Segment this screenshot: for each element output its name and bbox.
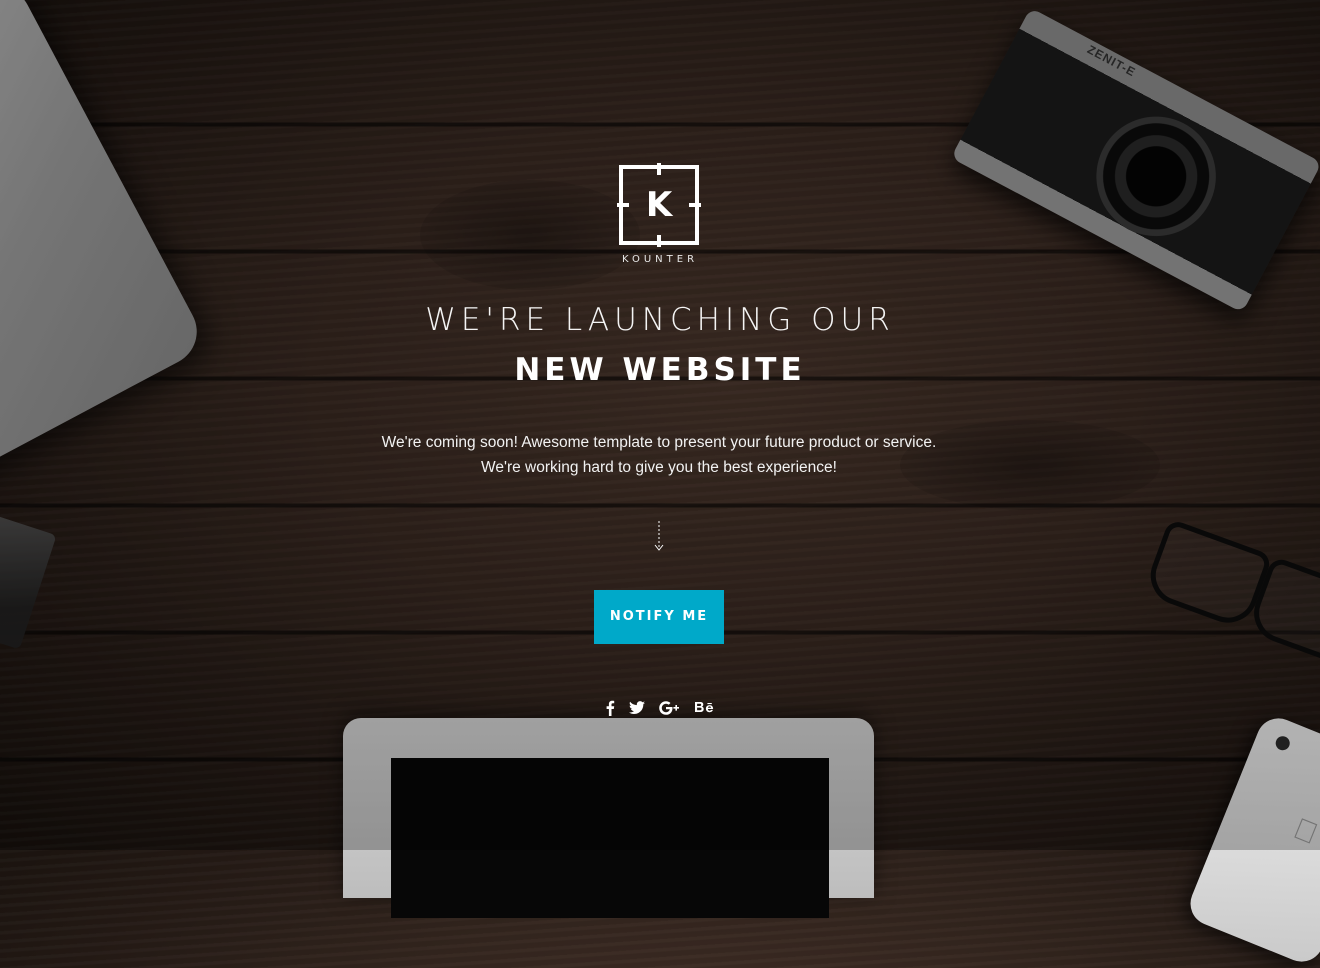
logo-text: KOUNTER	[621, 254, 699, 265]
google-plus-icon[interactable]	[659, 701, 681, 715]
logo-letter: K	[645, 185, 673, 225]
description-line-2: We're working hard to give you the best …	[481, 459, 837, 476]
headline-line-2: NEW WEBSITE	[514, 352, 806, 388]
hero-section: K KOUNTER WE'RE LAUNCHING OUR NEW WEBSIT…	[0, 0, 1320, 850]
twitter-icon[interactable]	[629, 701, 645, 715]
notify-me-button[interactable]: NOTIFY ME	[594, 590, 724, 644]
facebook-icon[interactable]	[605, 700, 615, 716]
description-line-1: We're coming soon! Awesome template to p…	[381, 434, 937, 451]
hero-description: We're coming soon! Awesome template to p…	[300, 430, 1018, 480]
headline-line-1: WE'RE LAUNCHING OUR	[425, 302, 895, 338]
social-links	[590, 697, 730, 719]
scroll-down-arrow-icon[interactable]	[651, 521, 667, 553]
brand-logo[interactable]: K	[617, 163, 701, 247]
behance-icon[interactable]	[695, 701, 715, 715]
